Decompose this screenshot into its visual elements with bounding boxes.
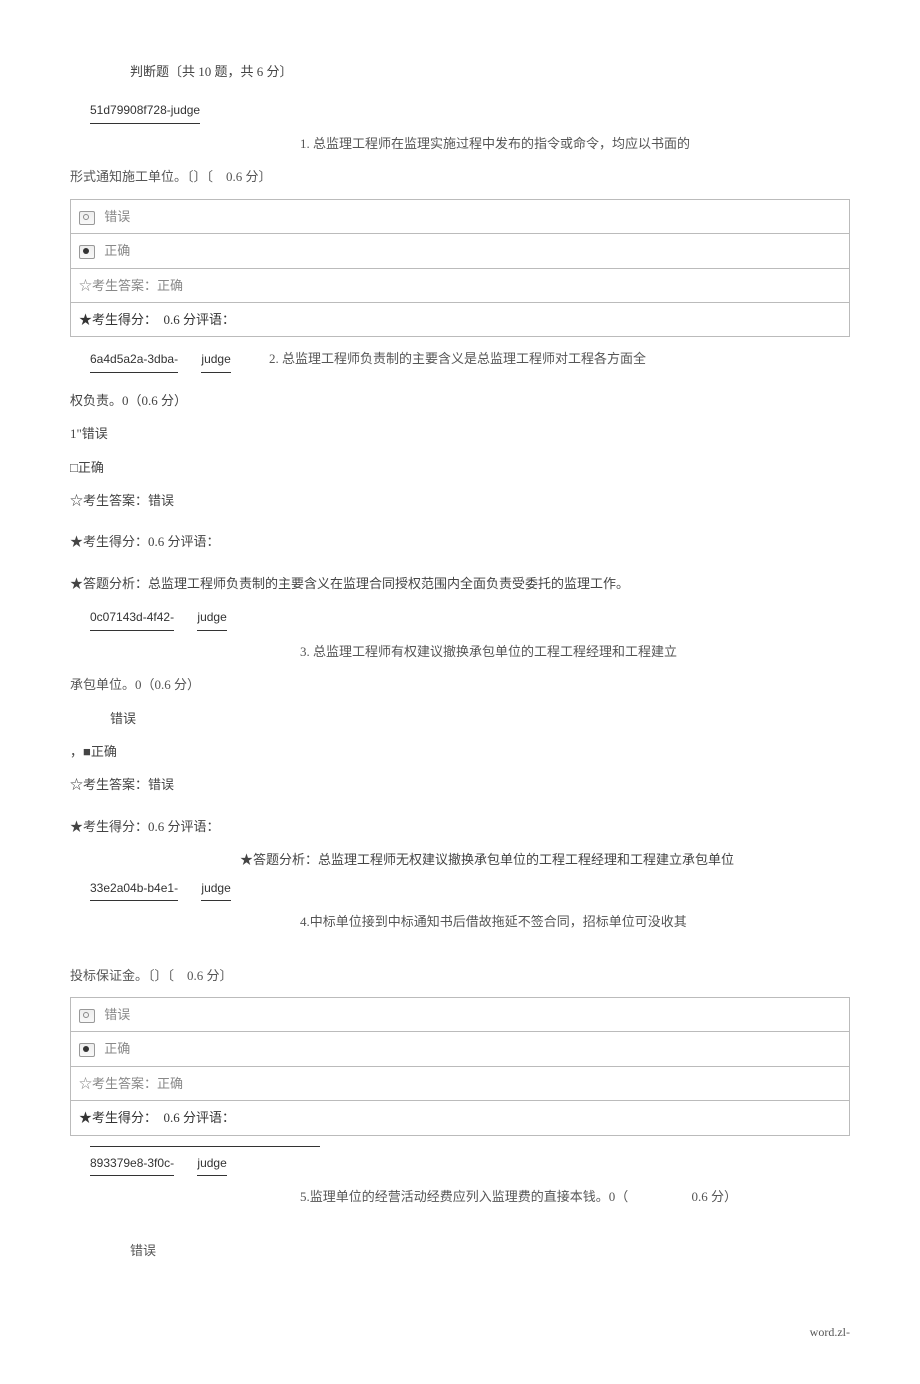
option-label: 正确 bbox=[104, 1041, 130, 1056]
question-text: 5.监理单位的经营活动经费应列入监理费的直接本钱。0（ 0.6 分） bbox=[70, 1185, 850, 1208]
section-heading: 判断题〔共 10 题，共 6 分〕 bbox=[130, 60, 850, 83]
question-id-part1: 0c07143d-4f42- bbox=[90, 607, 174, 631]
option-true[interactable]: 正确 bbox=[71, 234, 850, 268]
question-block-5: 893379e8-3f0c- judge 5.监理单位的经营活动经费应列入监理费… bbox=[70, 1151, 850, 1262]
option-label: 正确 bbox=[104, 243, 130, 258]
question-text: 3. 总监理工程师有权建议撤换承包单位的工程工程经理和工程建立 承包单位。0（0… bbox=[70, 640, 850, 697]
table-row: ★考生得分： 0.6 分评语： bbox=[71, 302, 850, 336]
question-cont: 承包单位。0（0.6 分） bbox=[70, 673, 850, 696]
question-block-1: 51d79908f728-judge 1. 总监理工程师在监理实施过程中发布的指… bbox=[70, 98, 850, 337]
question-lead: 1. 总监理工程师在监理实施过程中发布的指令或命令，均应以书面的 bbox=[300, 132, 850, 155]
candidate-answer: ☆考生答案：正确 bbox=[71, 268, 850, 302]
radio-icon bbox=[79, 245, 95, 259]
question-id-part1: 6a4d5a2a-3dba- bbox=[90, 349, 178, 373]
question-text: 1. 总监理工程师在监理实施过程中发布的指令或命令，均应以书面的 形式通知施工单… bbox=[70, 132, 850, 189]
question-lead: 5.监理单位的经营活动经费应列入监理费的直接本钱。0（ 0.6 分） bbox=[300, 1185, 850, 1208]
analysis: ★答题分析：总监理工程师无权建议撤换承包单位的工程工程经理和工程建立承包单位 bbox=[240, 848, 810, 871]
score-line: ★考生得分：0.6 分评语： bbox=[70, 530, 850, 553]
question-id-part2: judge bbox=[201, 349, 230, 373]
question-id: 0c07143d-4f42- judge bbox=[90, 607, 247, 632]
question-cont: 权负责。0（0.6 分） bbox=[70, 389, 850, 412]
question-lead: 3. 总监理工程师有权建议撤换承包单位的工程工程经理和工程建立 bbox=[300, 640, 850, 663]
option-false[interactable]: 1"错误 bbox=[70, 422, 850, 445]
option-false[interactable]: 错误 bbox=[110, 707, 850, 730]
option-false[interactable]: 错误 bbox=[71, 997, 850, 1031]
question-id: 51d79908f728-judge bbox=[90, 100, 200, 124]
option-true[interactable]: 正确 bbox=[71, 1032, 850, 1066]
question-id-part2: judge bbox=[201, 878, 230, 902]
option-false[interactable]: 错误 bbox=[71, 199, 850, 233]
candidate-answer: ☆考生答案：错误 bbox=[70, 489, 850, 512]
candidate-answer: ☆考生答案：正确 bbox=[71, 1066, 850, 1100]
radio-icon bbox=[79, 1009, 95, 1023]
option-label: 错误 bbox=[104, 209, 130, 224]
question-id-part1: 33e2a04b-b4e1- bbox=[90, 878, 178, 902]
question-id: 893379e8-3f0c- judge bbox=[90, 1153, 247, 1178]
question-id: 33e2a04b-b4e1- judge bbox=[90, 878, 251, 903]
question-id-part2: judge bbox=[197, 607, 226, 631]
score-line: ★考生得分：0.6 分评语： bbox=[70, 815, 850, 838]
table-row: 正确 bbox=[71, 234, 850, 268]
option-true[interactable]: ，■正确 bbox=[70, 740, 850, 763]
question-lead: 4.中标单位接到中标通知书后借故拖延不签合同，招标单位可没收其 bbox=[300, 910, 850, 933]
candidate-answer: ☆考生答案：错误 bbox=[70, 773, 850, 796]
analysis: ★答题分析：总监理工程师负责制的主要含义在监理合同授权范围内全面负责受委托的监理… bbox=[70, 572, 850, 595]
question-id-part2: judge bbox=[197, 1153, 226, 1177]
table-row: ★考生得分： 0.6 分评语： bbox=[71, 1101, 850, 1135]
question-block-2: 6a4d5a2a-3dba- judge 2. 总监理工程师负责制的主要含义是总… bbox=[70, 347, 850, 595]
answer-table: 错误 正确 ☆考生答案：正确 ★考生得分： 0.6 分评语： bbox=[70, 199, 850, 338]
question-block-3: 0c07143d-4f42- judge 3. 总监理工程师有权建议撤换承包单位… bbox=[70, 605, 850, 871]
question-lead: 2. 总监理工程师负责制的主要含义是总监理工程师对工程各方面全 bbox=[269, 351, 646, 366]
option-false[interactable]: 错误 bbox=[130, 1239, 850, 1262]
separator bbox=[90, 1146, 320, 1147]
q5-lead-text: 5.监理单位的经营活动经费应列入监理费的直接本钱。0（ bbox=[300, 1189, 628, 1204]
table-row: 错误 bbox=[71, 199, 850, 233]
table-row: 错误 bbox=[71, 997, 850, 1031]
score-line: ★考生得分： 0.6 分评语： bbox=[71, 1101, 850, 1135]
radio-icon bbox=[79, 1043, 95, 1057]
question-cont: 形式通知施工单位。〔〕〔 0.6 分〕 bbox=[70, 165, 850, 188]
question-cont: 投标保证金。〔〕〔 0.6 分〕 bbox=[70, 964, 850, 987]
table-row: ☆考生答案：正确 bbox=[71, 1066, 850, 1100]
question-text: 4.中标单位接到中标通知书后借故拖延不签合同，招标单位可没收其 投标保证金。〔〕… bbox=[70, 910, 850, 987]
score-line: ★考生得分： 0.6 分评语： bbox=[71, 302, 850, 336]
answer-table: 错误 正确 ☆考生答案：正确 ★考生得分： 0.6 分评语： bbox=[70, 997, 850, 1136]
table-row: ☆考生答案：正确 bbox=[71, 268, 850, 302]
radio-icon bbox=[79, 211, 95, 225]
table-row: 正确 bbox=[71, 1032, 850, 1066]
option-label: 错误 bbox=[104, 1007, 130, 1022]
question-block-4: 33e2a04b-b4e1- judge 4.中标单位接到中标通知书后借故拖延不… bbox=[70, 876, 850, 1147]
question-id: 6a4d5a2a-3dba- judge bbox=[90, 349, 251, 374]
question-id-part1: 893379e8-3f0c- bbox=[90, 1153, 174, 1177]
q5-score: 0.6 分） bbox=[692, 1189, 738, 1204]
footer: word.zl- bbox=[70, 1322, 850, 1344]
option-true[interactable]: □正确 bbox=[70, 456, 850, 479]
